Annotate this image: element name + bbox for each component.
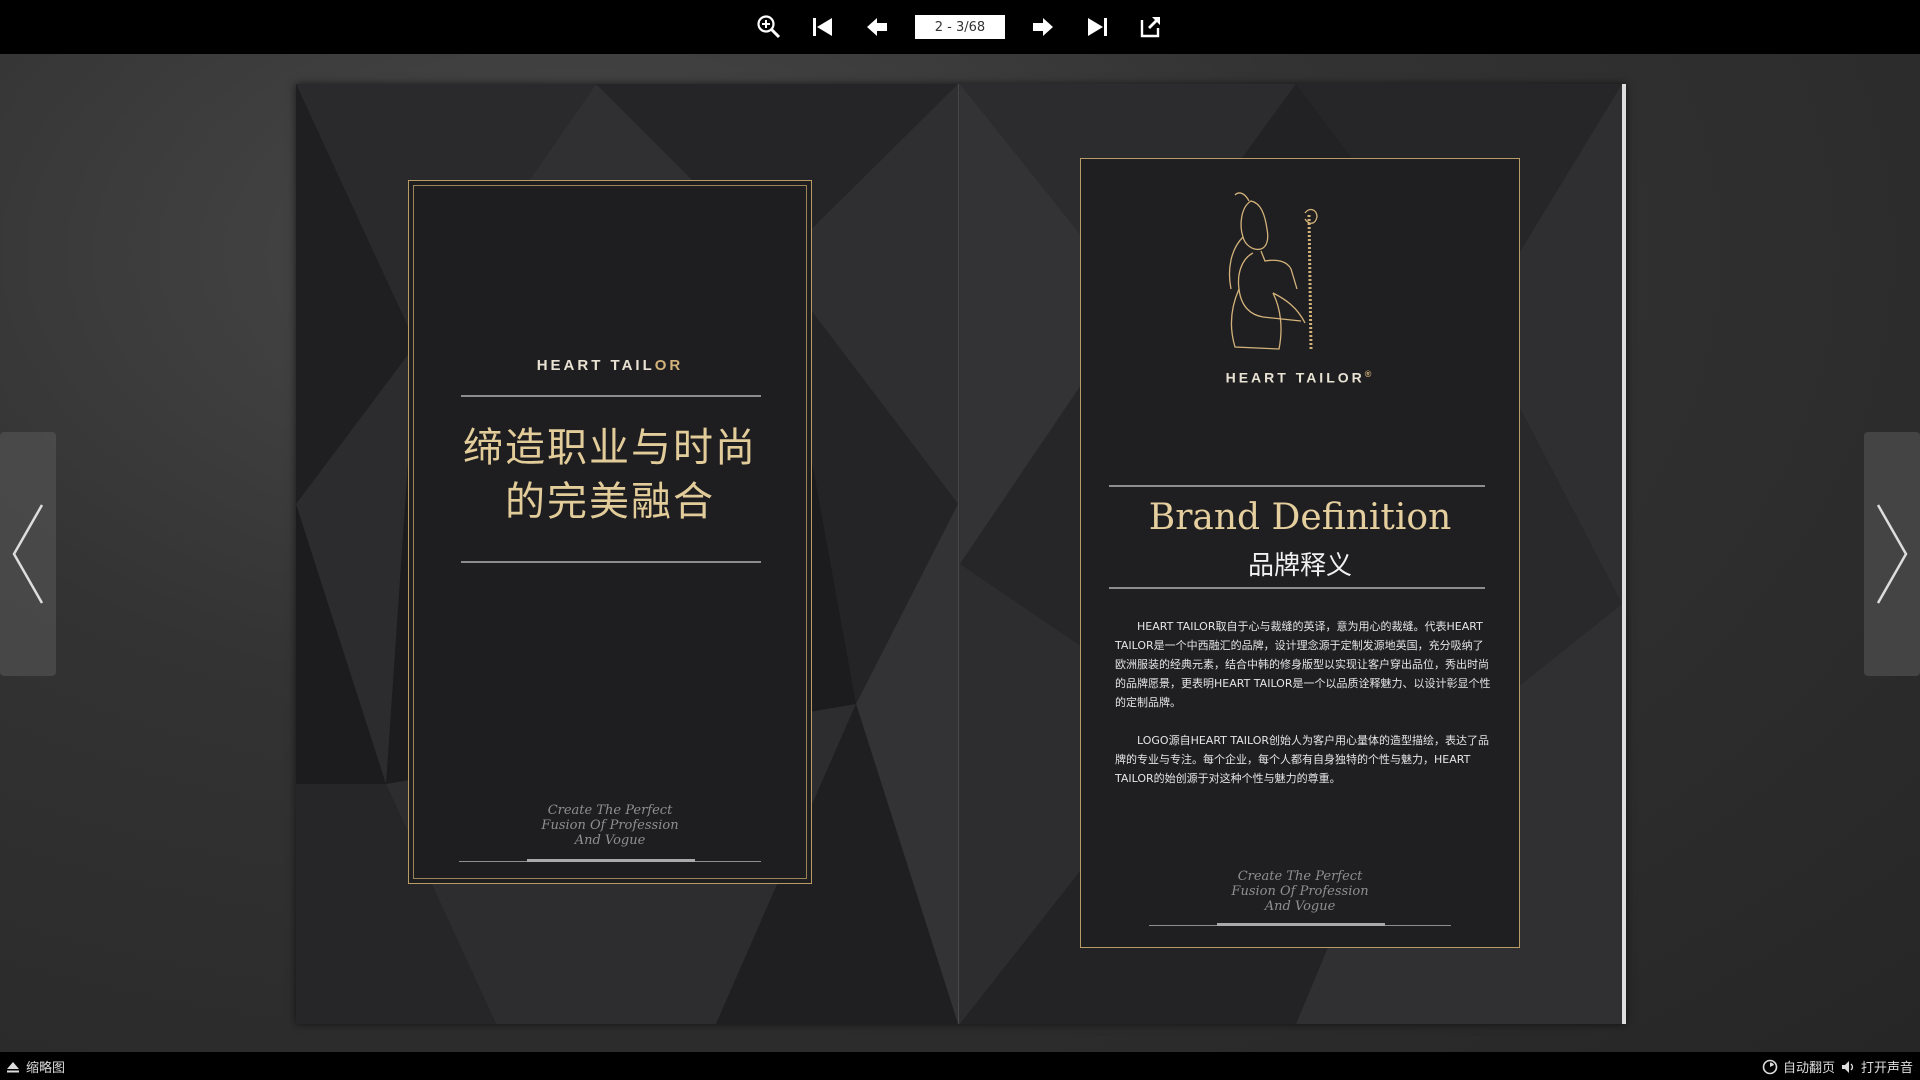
zoom-in-icon [757,15,781,39]
left-slogan-line2: Fusion Of Profession [541,818,679,833]
clock-icon [1762,1059,1778,1074]
registered-mark: ® [1364,369,1375,379]
left-divider-bottom [461,561,761,563]
left-card-inner-border [413,185,807,879]
tailor-illustration [1228,192,1318,350]
prev-page-button[interactable] [861,11,893,43]
next-page-button[interactable] [1027,11,1059,43]
right-slogan-line3: And Vogue [1264,899,1336,914]
left-title-line1: 缔造职业与时尚 [463,425,757,471]
right-footer-accent [1217,923,1385,926]
logo-brand-text: HEART TAILOR [1225,369,1365,386]
first-page-icon [813,18,832,36]
page-edge [1622,84,1626,1024]
brand-definition-heading-cn: 品牌释义 [1247,551,1352,581]
auto-flip-button[interactable]: 自动翻页 [1762,1057,1835,1076]
chevron-right-icon [1876,504,1908,604]
sound-label: 打开声音 [1861,1061,1914,1076]
next-spread-button[interactable] [1864,432,1920,676]
page-indicator-input[interactable] [915,15,1005,39]
right-slogan-line1: Create The Perfect [1237,869,1363,884]
left-slogan-line1: Create The Perfect [547,803,673,818]
right-slogan-line2: Fusion Of Profession [1231,884,1369,899]
first-page-button[interactable] [807,11,839,43]
right-page-card: HEART TAILOR® Brand Definition 品牌释义 HEAR… [1080,158,1520,948]
brand-paragraph-1: HEART TAILOR取自于心与裁缝的英译，意为用心的裁缝。代表HEART T… [1115,620,1491,709]
left-brand-text: HEART TAILOR [409,357,811,374]
auto-flip-label: 自动翻页 [1783,1061,1836,1076]
thumbnails-label: 缩略图 [26,1061,66,1076]
right-logo-brand: HEART TAILOR® [1081,369,1519,386]
book-spread: HEART TAILOR 缔造职业与时尚 的完美融合 Create The Pe… [296,84,1626,1024]
thumbnails-button[interactable]: 缩略图 [6,1057,65,1076]
chevron-left-icon [12,504,44,604]
brand-text-accent: OR [654,357,684,374]
prev-spread-button[interactable] [0,432,56,676]
exit-fullscreen-button[interactable] [1135,11,1167,43]
left-page-card: HEART TAILOR 缔造职业与时尚 的完美融合 Create The Pe… [408,180,812,884]
bottom-bar: 缩略图 自动翻页 打开声音 [0,1052,1920,1080]
zoom-in-button[interactable] [753,11,785,43]
next-page-icon [1033,18,1053,36]
exit-fullscreen-icon [1140,17,1160,38]
left-divider-top [461,395,761,397]
book-spine [958,84,960,1024]
last-page-button[interactable] [1081,11,1113,43]
last-page-icon [1088,18,1107,36]
left-title-line2: 的完美融合 [505,479,715,525]
eject-icon [7,1061,19,1072]
brand-paragraph-2: LOGO源自HEART TAILOR创始人为客户用心量体的造型描绘，表达了品牌的… [1115,734,1490,785]
brand-text-main: HEART TAIL [536,357,655,374]
sound-button[interactable]: 打开声音 [1840,1057,1913,1076]
brand-definition-heading: Brand Definition [1148,497,1452,538]
speaker-icon [1842,1060,1854,1073]
top-toolbar [0,0,1920,54]
right-divider-top [1109,485,1485,487]
left-footer-accent [527,859,695,862]
prev-page-icon [867,18,887,36]
left-slogan-line3: And Vogue [574,833,646,848]
right-divider-bottom [1109,587,1485,589]
